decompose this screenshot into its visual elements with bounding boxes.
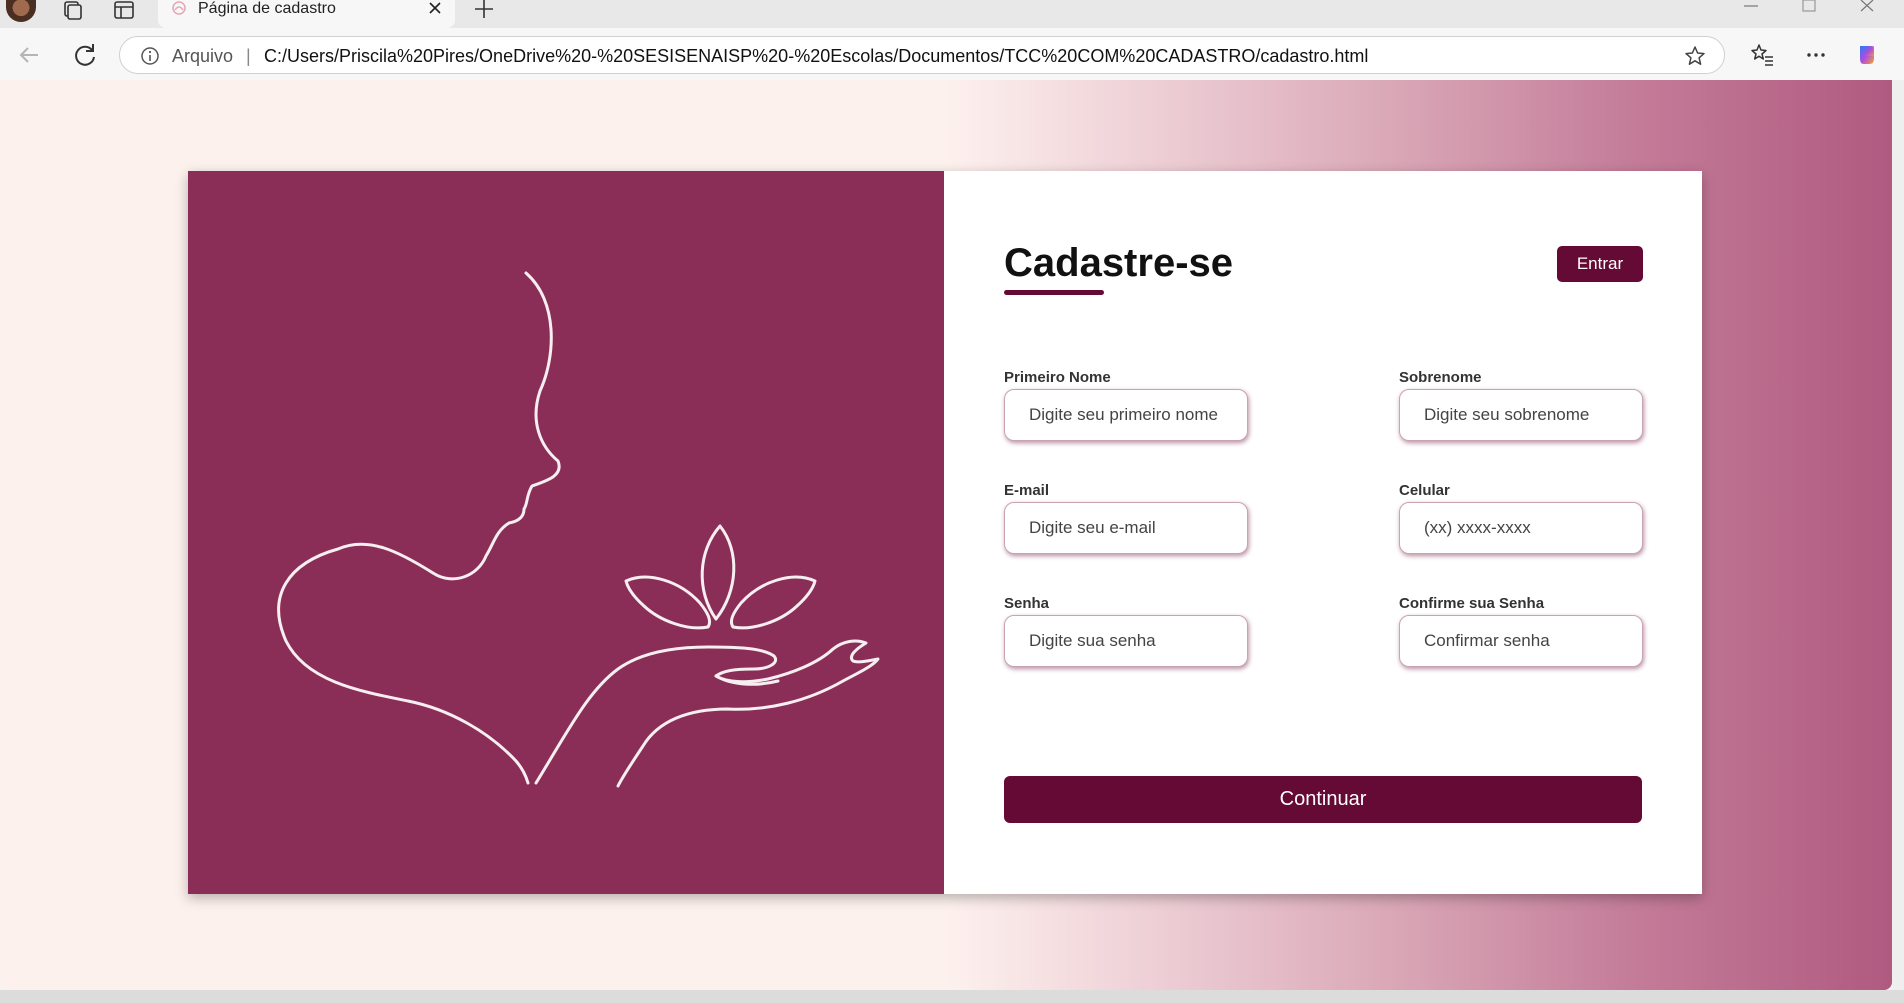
- confirm-password-label: Confirme sua Senha: [1399, 595, 1545, 612]
- phone-field-group: Celular: [1399, 482, 1643, 554]
- favorites-list-icon[interactable]: [1749, 42, 1775, 68]
- email-field-group: E-mail: [1004, 482, 1248, 554]
- signup-card: Cadastre-se Entrar Primeiro Nome Sobreno…: [188, 171, 1702, 894]
- page-title: Cadastre-se: [1004, 241, 1234, 285]
- first-name-label: Primeiro Nome: [1004, 369, 1111, 386]
- browser-toolbar: Arquivo | C:/Users/Priscila%20Pires/OneD…: [0, 28, 1904, 80]
- page-viewport: Cadastre-se Entrar Primeiro Nome Sobreno…: [0, 80, 1892, 990]
- maximize-icon[interactable]: [1794, 0, 1824, 16]
- address-scheme-label: Arquivo: [172, 46, 234, 66]
- title-underline: [1004, 290, 1104, 295]
- phone-input[interactable]: [1399, 502, 1643, 554]
- taskbar-strip: [0, 990, 1904, 1003]
- last-name-field-group: Sobrenome: [1399, 369, 1643, 441]
- last-name-label: Sobrenome: [1399, 369, 1482, 386]
- favorite-star-icon[interactable]: [1684, 45, 1706, 67]
- continue-button[interactable]: Continuar: [1004, 776, 1642, 823]
- window-edge: [1892, 80, 1904, 990]
- profile-avatar[interactable]: [6, 0, 36, 22]
- last-name-input[interactable]: [1399, 389, 1643, 441]
- copilot-icon[interactable]: [1854, 42, 1880, 68]
- password-input[interactable]: [1004, 615, 1248, 667]
- confirm-password-input[interactable]: [1399, 615, 1643, 667]
- tab-title: Página de cadastro: [198, 0, 336, 17]
- more-options-icon[interactable]: [1803, 42, 1829, 68]
- address-separator: |: [246, 46, 251, 66]
- login-button[interactable]: Entrar: [1557, 246, 1643, 282]
- confirm-password-field-group: Confirme sua Senha: [1399, 595, 1643, 667]
- phone-label: Celular: [1399, 482, 1450, 499]
- close-tab-icon[interactable]: [425, 0, 445, 20]
- first-name-input[interactable]: [1004, 389, 1248, 441]
- address-bar[interactable]: Arquivo | C:/Users/Priscila%20Pires/OneD…: [119, 36, 1725, 74]
- signup-form: Cadastre-se Entrar Primeiro Nome Sobreno…: [1004, 171, 1643, 894]
- info-icon[interactable]: [140, 46, 160, 66]
- back-arrow-icon[interactable]: [14, 40, 44, 70]
- woman-lotus-illustration-icon: [277, 271, 880, 788]
- email-input[interactable]: [1004, 502, 1248, 554]
- tab-actions-icon[interactable]: [112, 0, 136, 22]
- active-tab[interactable]: Página de cadastro: [158, 0, 455, 28]
- illustration-panel: [188, 171, 944, 894]
- collections-icon[interactable]: [60, 0, 84, 22]
- address-url[interactable]: C:/Users/Priscila%20Pires/OneDrive%20-%2…: [264, 46, 1368, 67]
- refresh-icon[interactable]: [70, 40, 100, 70]
- page-favicon-icon: [170, 0, 188, 18]
- close-window-icon[interactable]: [1852, 0, 1882, 16]
- password-label: Senha: [1004, 595, 1050, 612]
- password-field-group: Senha: [1004, 595, 1248, 667]
- minimize-icon[interactable]: [1736, 0, 1766, 16]
- email-label: E-mail: [1004, 482, 1050, 499]
- tab-bar: Página de cadastro: [0, 0, 1904, 28]
- new-tab-plus-icon[interactable]: [472, 0, 496, 20]
- first-name-field-group: Primeiro Nome: [1004, 369, 1248, 441]
